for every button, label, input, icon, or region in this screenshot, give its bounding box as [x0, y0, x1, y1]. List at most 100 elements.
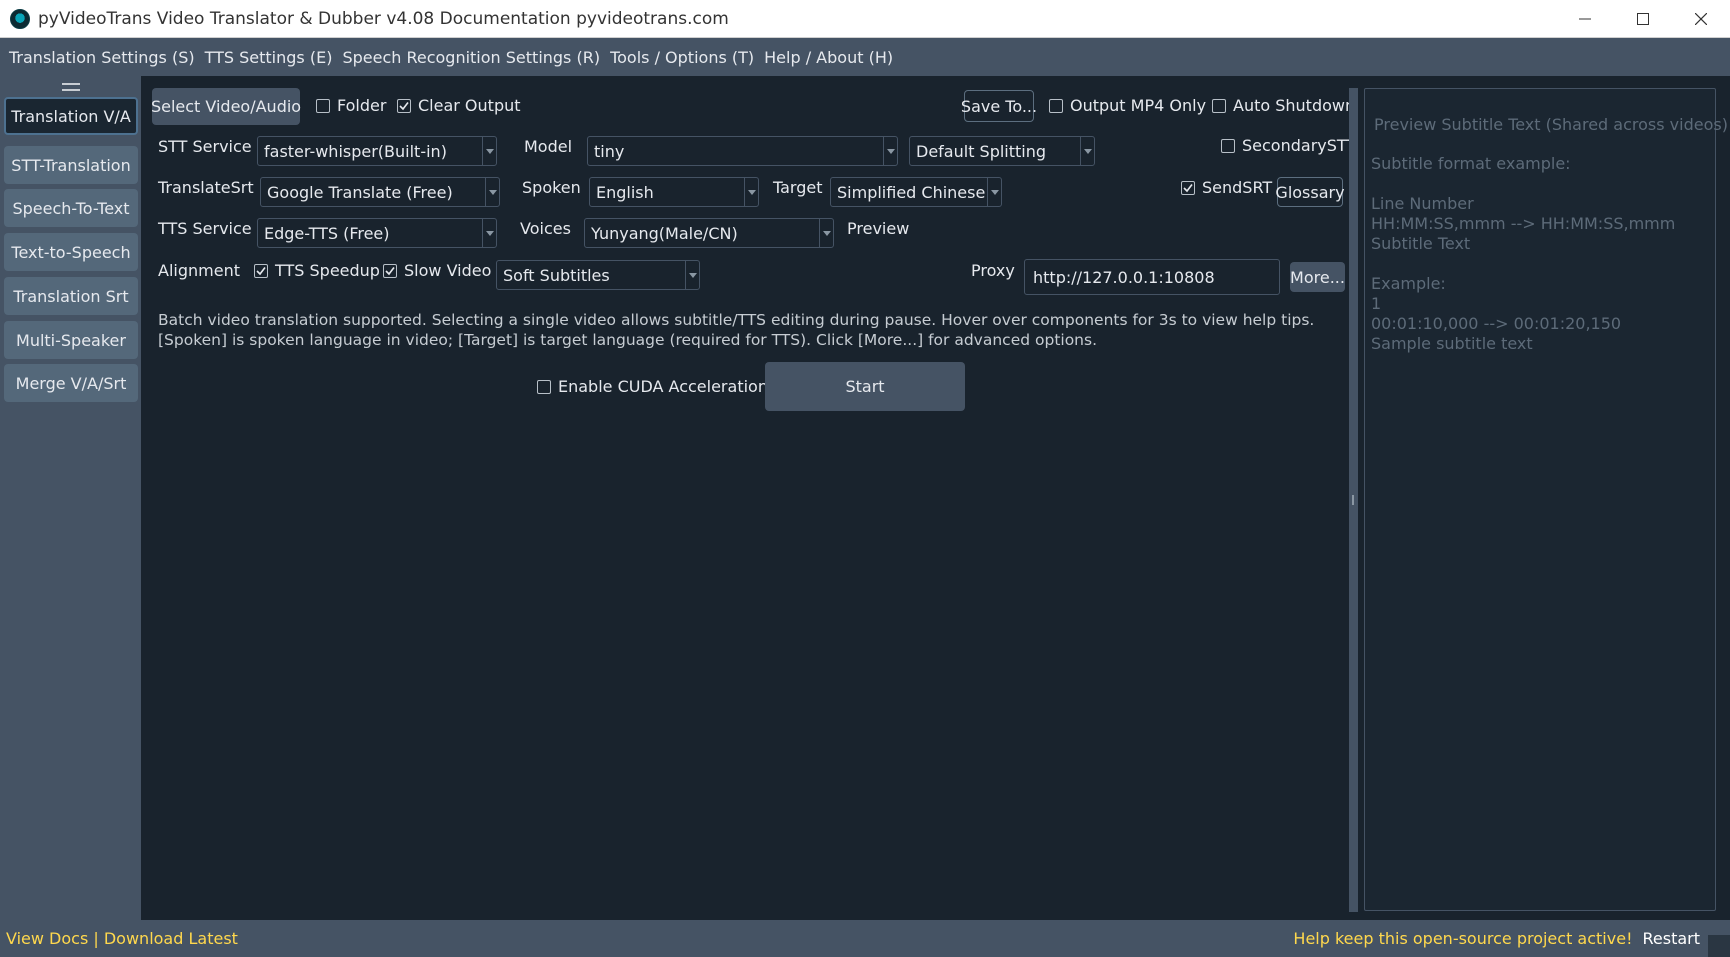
menu-help-about[interactable]: Help / About (H): [759, 48, 898, 67]
app-logo-icon: [10, 8, 30, 29]
more-options-button[interactable]: More...: [1290, 262, 1345, 292]
folder-checkbox[interactable]: Folder: [316, 96, 386, 115]
support-project-link[interactable]: Help keep this open-source project activ…: [1293, 929, 1632, 948]
subtitle-preview-textarea[interactable]: Preview Subtitle Text (Shared across vid…: [1364, 88, 1728, 911]
tts-speedup-checkbox[interactable]: TTS Speedup: [254, 261, 380, 280]
send-srt-label: SendSRT: [1202, 178, 1273, 197]
preview-line: Line Number: [1371, 194, 1474, 213]
chevron-down-icon: [819, 219, 833, 247]
chevron-down-icon: [744, 178, 758, 206]
select-video-audio-button[interactable]: Select Video/Audio: [151, 88, 301, 125]
auto-shutdown-checkbox[interactable]: Auto Shutdown: [1212, 96, 1355, 115]
model-value: tiny: [594, 141, 625, 161]
maximize-icon: [1637, 13, 1649, 25]
chevron-down-icon: [482, 137, 496, 165]
start-button[interactable]: Start: [765, 362, 965, 411]
nav-text-to-speech[interactable]: Text-to-Speech: [4, 233, 138, 271]
stt-service-select[interactable]: faster-whisper(Built-in): [257, 136, 497, 166]
model-select[interactable]: tiny: [587, 136, 898, 166]
translate-service-value: Google Translate (Free): [267, 182, 453, 202]
menu-tools-options[interactable]: Tools / Options (T): [605, 48, 759, 67]
slow-video-label: Slow Video: [404, 261, 492, 280]
chevron-down-icon: [987, 178, 1001, 206]
preview-line: Example:: [1371, 274, 1446, 293]
nav-merge-va-srt[interactable]: Merge V/A/Srt: [4, 364, 138, 402]
docs-download-links[interactable]: View Docs | Download Latest: [6, 929, 238, 948]
secondary-stt-label: SecondarySTT: [1242, 136, 1357, 155]
main-panel: Select Video/Audio Folder Clear Output S…: [141, 76, 1356, 920]
window-title: pyVideoTrans Video Translator & Dubber v…: [38, 8, 729, 29]
status-bar: View Docs | Download Latest Help keep th…: [0, 920, 1730, 957]
check-icon: [1181, 180, 1195, 195]
menu-speech-recognition-settings[interactable]: Speech Recognition Settings (R): [337, 48, 605, 67]
proxy-input[interactable]: http://127.0.0.1:10808: [1024, 259, 1280, 295]
menu-tts-settings[interactable]: TTS Settings (E): [200, 48, 338, 67]
voices-value: Yunyang(Male/CN): [591, 223, 738, 243]
left-nav: Translation V/A STT-Translation Speech-T…: [0, 76, 141, 920]
preview-line: Subtitle format example:: [1371, 154, 1571, 173]
preview-voice-link[interactable]: Preview: [847, 219, 909, 238]
send-srt-checkbox[interactable]: SendSRT: [1181, 178, 1272, 197]
nav-translation-srt[interactable]: Translation Srt: [4, 277, 138, 315]
voices-label: Voices: [520, 219, 571, 238]
drag-handle-icon[interactable]: [62, 83, 80, 91]
proxy-label: Proxy: [971, 261, 1015, 280]
splitter-grip-icon: [1352, 495, 1354, 505]
tts-speedup-label: TTS Speedup: [275, 261, 380, 280]
enable-cuda-checkbox[interactable]: Enable CUDA Acceleration?: [537, 377, 776, 396]
checkbox-box: [1212, 98, 1226, 113]
chevron-down-icon: [685, 261, 699, 289]
check-icon: [397, 98, 411, 113]
checkbox-box: [1049, 98, 1063, 113]
preview-line: Subtitle Text: [1371, 234, 1471, 253]
nav-speech-to-text[interactable]: Speech-To-Text: [4, 189, 138, 227]
minimize-icon: [1579, 18, 1591, 20]
voices-select[interactable]: Yunyang(Male/CN): [584, 218, 834, 248]
preview-example-lines: Subtitle format example: Line Number HH:…: [1371, 154, 1675, 354]
slow-video-checkbox[interactable]: Slow Video: [383, 261, 491, 280]
chevron-down-icon: [482, 219, 496, 247]
preview-line: 1: [1371, 294, 1382, 313]
tts-service-value: Edge-TTS (Free): [264, 223, 390, 243]
target-language-select[interactable]: Simplified Chinese: [830, 177, 1002, 207]
check-icon: [254, 263, 268, 278]
tts-service-label: TTS Service: [158, 219, 252, 238]
checkbox-box: [316, 98, 330, 113]
subtitle-type-select[interactable]: Soft Subtitles: [496, 260, 700, 290]
menu-translation-settings[interactable]: Translation Settings (S): [4, 48, 200, 67]
nav-stt-translation[interactable]: STT-Translation: [4, 146, 138, 184]
window-controls: [1556, 0, 1730, 38]
close-icon: [1695, 13, 1707, 25]
secondary-stt-checkbox[interactable]: SecondarySTT: [1221, 136, 1356, 155]
preview-line: 00:01:10,000 --> 00:01:20,150: [1371, 314, 1622, 333]
help-text-line-1: Batch video translation supported. Selec…: [158, 311, 1315, 329]
spoken-language-select[interactable]: English: [589, 177, 759, 207]
preview-line: HH:MM:SS,mmm --> HH:MM:SS,mmm: [1371, 214, 1676, 233]
translate-srt-label: TranslateSrt: [158, 178, 254, 197]
clear-output-label: Clear Output: [418, 96, 521, 115]
tts-service-select[interactable]: Edge-TTS (Free): [257, 218, 497, 248]
close-button[interactable]: [1672, 0, 1730, 38]
splitting-value: Default Splitting: [916, 141, 1047, 161]
clear-output-checkbox[interactable]: Clear Output: [397, 96, 521, 115]
glossary-button[interactable]: Glossary: [1275, 177, 1345, 207]
checkbox-box: [1221, 138, 1235, 153]
output-mp4-only-label: Output MP4 Only: [1070, 96, 1207, 115]
alignment-label: Alignment: [158, 261, 240, 280]
nav-multi-speaker[interactable]: Multi-Speaker: [4, 321, 138, 359]
preview-line: [1371, 174, 1675, 194]
checkbox-box: [537, 379, 551, 394]
splitting-select[interactable]: Default Splitting: [909, 136, 1095, 166]
folder-label: Folder: [337, 96, 387, 115]
nav-translation-va[interactable]: Translation V/A: [4, 97, 138, 135]
minimize-button[interactable]: [1556, 0, 1614, 38]
resize-grip-icon[interactable]: [1708, 935, 1730, 957]
check-icon: [383, 263, 397, 278]
save-to-button[interactable]: Save To...: [961, 90, 1037, 122]
target-label: Target: [773, 178, 823, 197]
menu-bar: Translation Settings (S) TTS Settings (E…: [0, 38, 1730, 76]
maximize-button[interactable]: [1614, 0, 1672, 38]
translate-service-select[interactable]: Google Translate (Free): [260, 177, 500, 207]
restart-button[interactable]: Restart: [1642, 929, 1700, 948]
output-mp4-only-checkbox[interactable]: Output MP4 Only: [1049, 96, 1206, 115]
